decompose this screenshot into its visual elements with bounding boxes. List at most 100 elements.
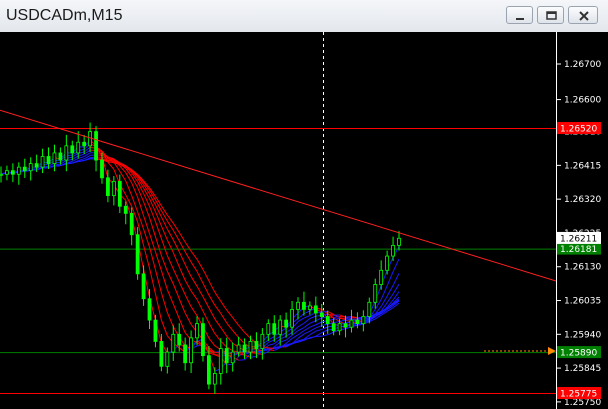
- ma-line: [268, 347, 275, 350]
- ma-line: [339, 316, 346, 318]
- candle-body: [70, 145, 75, 154]
- candle-body: [153, 319, 158, 342]
- restore-button[interactable]: [537, 6, 564, 24]
- candle-body: [5, 170, 9, 175]
- candle-body: [135, 234, 140, 275]
- candle-body: [248, 341, 253, 353]
- candle-body: [349, 319, 354, 328]
- level-price-label: 1.26520: [560, 125, 597, 135]
- axis-tick-label: 1.25845: [564, 364, 601, 374]
- level-price-label: 1.26181: [560, 245, 597, 255]
- candle-body: [201, 323, 205, 357]
- candle-body: [82, 141, 87, 147]
- ma-line: [226, 363, 233, 366]
- candle-body: [94, 131, 98, 161]
- candle-body: [159, 341, 164, 367]
- title-bar[interactable]: USDCADm,M15: [0, 0, 608, 33]
- candle-body: [212, 373, 217, 385]
- candle-body: [195, 323, 199, 339]
- candle-body: [331, 323, 336, 332]
- candle-body: [100, 159, 104, 179]
- candle-body: [22, 166, 27, 172]
- candle-body: [260, 333, 265, 349]
- candle-body: [189, 337, 193, 364]
- axis-tick-label: 1.26415: [564, 161, 601, 171]
- candle-body: [242, 344, 247, 353]
- candle-body: [171, 333, 176, 353]
- candle-body: [218, 348, 223, 374]
- candle-body: [16, 166, 21, 175]
- candle-body: [28, 163, 33, 172]
- candle-body: [40, 156, 45, 168]
- candle-body: [106, 177, 110, 197]
- candle-body: [391, 244, 395, 257]
- candle-body: [58, 152, 63, 161]
- candle-body: [111, 180, 116, 197]
- candle-body: [236, 344, 241, 353]
- candle-body: [272, 323, 277, 335]
- axis-tick-label: 1.25940: [564, 330, 601, 340]
- ma-line: [54, 165, 61, 167]
- candle-body: [76, 141, 81, 154]
- candle-body: [123, 205, 128, 214]
- candle-body: [284, 319, 289, 328]
- candle-body: [183, 344, 188, 364]
- candle-body: [337, 323, 342, 332]
- candle-body: [307, 305, 312, 310]
- candle-body: [177, 333, 182, 346]
- candle: [201, 317, 205, 362]
- candle-body: [46, 156, 51, 164]
- candle-body: [319, 312, 324, 317]
- candle-body: [355, 319, 360, 325]
- ma-line: [345, 316, 352, 318]
- close-icon: [579, 11, 589, 21]
- current-price-label: 1.26211: [560, 234, 597, 244]
- ma-line: [238, 353, 245, 355]
- level-price-label: 1.25890: [560, 349, 597, 359]
- ma-line: [107, 158, 114, 161]
- candle-body: [278, 319, 283, 335]
- candle-body: [325, 316, 330, 325]
- candle-body: [207, 355, 211, 385]
- candle-body: [224, 348, 229, 364]
- ma-line: [321, 310, 328, 313]
- candle-body: [117, 180, 122, 207]
- level-price-label: 1.25775: [560, 389, 597, 399]
- candle-body: [52, 152, 57, 164]
- candle-body: [64, 145, 69, 161]
- candle-body: [361, 316, 366, 325]
- candle-body: [367, 301, 372, 317]
- minimize-button[interactable]: [506, 6, 533, 24]
- candle: [135, 227, 140, 280]
- minimize-icon: [516, 18, 524, 20]
- candle-body: [141, 273, 146, 300]
- chart-window: USDCADm,M15 1.26700 1.26600 1.26415 1.26320…: [0, 0, 608, 409]
- window-title: USDCADm,M15: [6, 7, 123, 24]
- candle-body: [230, 351, 235, 364]
- ma-line: [238, 359, 245, 361]
- axis-tick-label: 1.26600: [564, 96, 601, 106]
- axis-tick-label: 1.26035: [564, 297, 601, 307]
- candle-body: [10, 170, 15, 175]
- candle-body: [34, 163, 39, 168]
- candle-body: [302, 301, 306, 310]
- axis-tick-label: 1.26700: [564, 60, 601, 70]
- close-button[interactable]: [568, 6, 598, 24]
- axis-tick-label: 1.26320: [564, 195, 601, 205]
- candle-body: [397, 237, 401, 246]
- candle-body: [373, 284, 378, 303]
- candle-body: [147, 298, 152, 321]
- candle-body: [296, 301, 300, 310]
- candle-body: [0, 173, 3, 176]
- candle-body: [385, 255, 390, 271]
- axis-tick-label: 1.26130: [564, 263, 601, 273]
- candle-body: [343, 323, 348, 328]
- restore-icon: [546, 11, 557, 20]
- price-chart[interactable]: 1.26700 1.26600 1.26415 1.26320 1.26130 1.260…: [0, 32, 608, 409]
- candle-body: [129, 212, 134, 236]
- candle-body: [266, 323, 271, 335]
- candle-body: [165, 351, 170, 367]
- chart-area[interactable]: 1.26700 1.26600 1.26415 1.26320 1.26130 1.260…: [0, 32, 608, 409]
- candle-body: [254, 341, 259, 349]
- candle-body: [313, 305, 318, 314]
